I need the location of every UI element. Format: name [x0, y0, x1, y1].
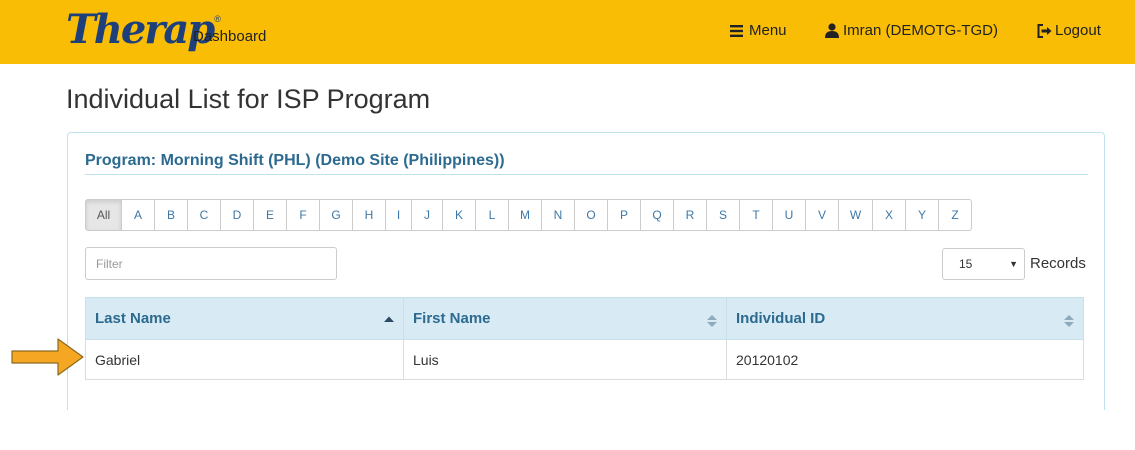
registered-mark: ®	[214, 14, 221, 24]
alpha-filter-t[interactable]: T	[740, 199, 773, 231]
logo-wordmark: Therap	[66, 6, 215, 53]
alpha-filter-v[interactable]: V	[806, 199, 839, 231]
alpha-filter-g[interactable]: G	[320, 199, 353, 231]
alpha-filter-h[interactable]: H	[353, 199, 386, 231]
top-navbar: Therap ® Dashboard Menu Imran (DEMOTG-TG…	[0, 0, 1135, 64]
column-header-label: Last Name	[95, 310, 171, 327]
column-header-first-name[interactable]: First Name	[403, 297, 727, 340]
column-header-last-name[interactable]: Last Name	[85, 297, 404, 340]
alpha-filter-l[interactable]: L	[476, 199, 509, 231]
sort-both-icon	[707, 315, 717, 327]
caret-down-icon: ▼	[1009, 259, 1018, 269]
records-label: Records	[1030, 255, 1086, 272]
user-icon	[825, 23, 839, 38]
user-label: Imran (DEMOTG-TGD)	[843, 22, 998, 39]
sort-both-icon	[1064, 315, 1074, 327]
alpha-filter-s[interactable]: S	[707, 199, 740, 231]
filter-input[interactable]	[85, 247, 337, 280]
alpha-filter-y[interactable]: Y	[906, 199, 939, 231]
alpha-filter-z[interactable]: Z	[939, 199, 972, 231]
alpha-filter-q[interactable]: Q	[641, 199, 674, 231]
individual-table: Last Name First Name Individual ID Gabri…	[85, 297, 1084, 380]
column-header-individual-id[interactable]: Individual ID	[726, 297, 1084, 340]
menu-label: Menu	[749, 22, 787, 39]
alpha-filter-x[interactable]: X	[873, 199, 906, 231]
alpha-filter-all[interactable]: All	[85, 199, 122, 231]
alpha-filter-u[interactable]: U	[773, 199, 806, 231]
alpha-filter-p[interactable]: P	[608, 199, 641, 231]
records-per-page-select[interactable]: 15 ▼	[942, 248, 1025, 280]
alpha-filter-w[interactable]: W	[839, 199, 873, 231]
hamburger-icon	[730, 24, 743, 37]
arrow-right-icon	[11, 338, 84, 376]
table-row[interactable]: Gabriel Luis 20120102	[85, 339, 1084, 380]
user-account-button[interactable]: Imran (DEMOTG-TGD)	[825, 22, 998, 39]
records-selected-value: 15	[959, 257, 973, 271]
heading-divider	[85, 174, 1088, 175]
alpha-filter-d[interactable]: D	[221, 199, 254, 231]
alpha-filter-f[interactable]: F	[287, 199, 320, 231]
alpha-filter-c[interactable]: C	[188, 199, 221, 231]
dashboard-link[interactable]: Dashboard	[193, 28, 266, 45]
alpha-filter-j[interactable]: J	[412, 199, 443, 231]
alpha-filter-e[interactable]: E	[254, 199, 287, 231]
alpha-filter-k[interactable]: K	[443, 199, 476, 231]
cell-last-name[interactable]: Gabriel	[85, 339, 404, 380]
program-heading: Program: Morning Shift (PHL) (Demo Site …	[85, 152, 505, 169]
alphabet-filter-bar: All A B C D E F G H I J K L M N O P Q R S T U V W X Y Z	[85, 199, 972, 231]
alpha-filter-m[interactable]: M	[509, 199, 542, 231]
alpha-filter-n[interactable]: N	[542, 199, 575, 231]
logout-label: Logout	[1055, 22, 1101, 39]
logout-button[interactable]: Logout	[1037, 22, 1101, 39]
program-panel: Program: Morning Shift (PHL) (Demo Site …	[67, 132, 1105, 410]
sort-ascending-icon	[384, 316, 394, 322]
cell-first-name[interactable]: Luis	[403, 339, 727, 380]
table-header-row: Last Name First Name Individual ID	[85, 297, 1084, 340]
menu-button[interactable]: Menu	[730, 22, 787, 39]
alpha-filter-b[interactable]: B	[155, 199, 188, 231]
column-header-label: Individual ID	[736, 310, 826, 327]
cell-individual-id[interactable]: 20120102	[726, 339, 1084, 380]
page-title: Individual List for ISP Program	[66, 84, 431, 114]
alpha-filter-o[interactable]: O	[575, 199, 608, 231]
alpha-filter-a[interactable]: A	[122, 199, 155, 231]
column-header-label: First Name	[413, 310, 491, 327]
alpha-filter-r[interactable]: R	[674, 199, 707, 231]
logout-icon	[1037, 23, 1052, 38]
alpha-filter-i[interactable]: I	[386, 199, 412, 231]
